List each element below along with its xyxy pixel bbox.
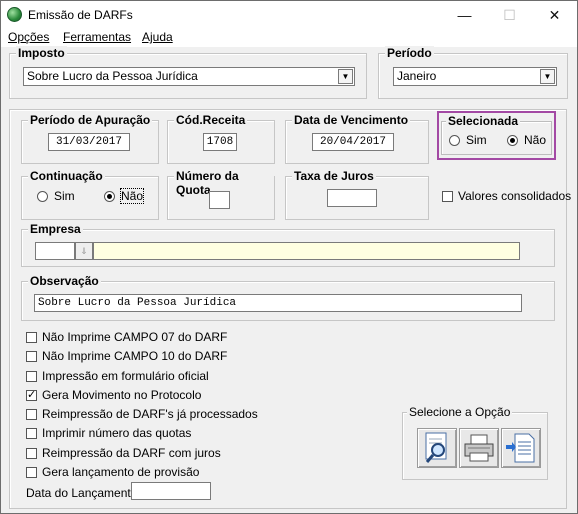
continuacao-sim-radio[interactable]: Sim: [37, 189, 75, 203]
option-reimpressao-darfs[interactable]: Reimpressão de DARF's já processados: [26, 407, 258, 421]
option-nao-imprime-campo-10[interactable]: Não Imprime CAMPO 10 do DARF: [26, 349, 227, 363]
option-reimpressao-darf-juros[interactable]: Reimpressão da DARF com juros: [26, 446, 221, 460]
checkbox-box: [26, 447, 37, 459]
continuacao-nao-radio[interactable]: Não: [104, 188, 145, 204]
selecionada-nao-label: Não: [524, 133, 547, 147]
main-panel: Imposto Sobre Lucro da Pessoa Jurídica ▼…: [1, 46, 577, 513]
chevron-down-icon[interactable]: ▼: [338, 69, 353, 84]
checkbox-box: [26, 331, 37, 343]
radio-dot-selected: [507, 134, 518, 146]
option-label: Reimpressão da DARF com juros: [42, 446, 221, 460]
juros-input[interactable]: [327, 189, 377, 207]
option-label: Não Imprime CAMPO 07 do DARF: [42, 330, 228, 344]
export-doc-icon: [506, 433, 535, 463]
imposto-label: Imposto: [16, 46, 67, 60]
menu-ajuda[interactable]: Ajuda: [142, 30, 173, 44]
checkbox-box: [442, 190, 453, 202]
observacao-input[interactable]: Sobre Lucro da Pessoa Jurídica: [34, 294, 522, 312]
receita-input[interactable]: 1708: [203, 133, 237, 151]
option-label: Não Imprime CAMPO 10 do DARF: [42, 349, 228, 363]
radio-dot-selected: [104, 190, 115, 202]
receita-label: Cód.Receita: [174, 113, 248, 127]
selecionada-label: Selecionada: [446, 114, 521, 128]
option-label: Reimpressão de DARF's já processados: [42, 407, 258, 421]
option-impressao-formulario-oficial[interactable]: Impressão em formulário oficial: [26, 369, 209, 383]
valores-consolidados-label: Valores consolidados: [458, 189, 572, 203]
chevron-down-icon[interactable]: ▼: [540, 69, 555, 84]
option-gera-movimento-protocolo[interactable]: ✓ Gera Movimento no Protocolo: [26, 388, 201, 402]
export-button[interactable]: [501, 428, 541, 468]
option-nao-imprime-campo-07[interactable]: Não Imprime CAMPO 07 do DARF: [26, 330, 227, 344]
data-lancamento-label: Data do Lançamento:: [26, 486, 141, 500]
vencimento-input[interactable]: 20/04/2017: [312, 133, 394, 151]
empresa-label: Empresa: [28, 222, 83, 236]
menu-bar: Opções Ferramentas Ajuda: [1, 29, 577, 47]
option-label: Gera Movimento no Protocolo: [42, 388, 202, 402]
empresa-code-input[interactable]: [35, 242, 75, 260]
checkbox-box: [26, 370, 37, 382]
valores-consolidados-checkbox[interactable]: Valores consolidados: [442, 189, 571, 203]
option-gera-lancamento-provisao[interactable]: Gera lançamento de provisão: [26, 465, 199, 479]
empresa-lookup-button[interactable]: ⇓: [75, 242, 93, 260]
empresa-name-input[interactable]: [93, 242, 520, 260]
option-label: Gera lançamento de provisão: [42, 465, 200, 479]
observacao-label: Observação: [28, 274, 101, 288]
maximize-button[interactable]: ☐: [487, 1, 532, 29]
print-button[interactable]: [459, 428, 499, 468]
window: Emissão de DARFs — ☐ ✕ Opções Ferramenta…: [0, 0, 578, 514]
selecionada-sim-radio[interactable]: Sim: [449, 133, 487, 147]
minimize-button[interactable]: —: [442, 1, 487, 29]
printer-icon: [464, 434, 494, 462]
radio-dot: [37, 190, 48, 202]
checkbox-box: [26, 427, 37, 439]
selecionada-sim-label: Sim: [466, 133, 487, 147]
checkbox-box: [26, 350, 37, 362]
continuacao-sim-label: Sim: [54, 189, 75, 203]
radio-dot: [449, 134, 460, 146]
action-buttons: [417, 428, 541, 470]
app-icon: [7, 7, 22, 22]
preview-button[interactable]: [417, 428, 457, 468]
periodo-value: Janeiro: [397, 69, 437, 83]
imposto-select[interactable]: Sobre Lucro da Pessoa Jurídica ▼: [23, 67, 355, 86]
option-label: Imprimir número das quotas: [42, 426, 192, 440]
menu-ferramentas[interactable]: Ferramentas: [63, 30, 131, 44]
juros-label: Taxa de Juros: [292, 169, 376, 183]
periodo-select[interactable]: Janeiro ▼: [393, 67, 557, 86]
data-lancamento-input[interactable]: [131, 482, 211, 500]
selecionada-nao-radio[interactable]: Não: [507, 133, 546, 147]
title-bar: Emissão de DARFs — ☐ ✕: [1, 1, 577, 29]
apuracao-input[interactable]: 31/03/2017: [48, 133, 130, 151]
arrow-down-icon: ⇓: [80, 246, 88, 256]
continuacao-nao-label: Não: [119, 188, 145, 204]
continuacao-label: Continuação: [28, 169, 105, 183]
option-label: Impressão em formulário oficial: [42, 369, 209, 383]
quota-input[interactable]: [209, 191, 230, 209]
checkmark-icon: ✓: [26, 388, 37, 401]
selecione-label: Selecione a Opção: [407, 405, 513, 419]
window-title: Emissão de DARFs: [28, 8, 133, 22]
apuracao-label: Período de Apuração: [28, 113, 153, 127]
menu-opcoes[interactable]: Opções: [8, 30, 49, 44]
periodo-label: Período: [385, 46, 434, 60]
option-imprimir-numero-quotas[interactable]: Imprimir número das quotas: [26, 426, 191, 440]
checkbox-box: [26, 466, 37, 478]
close-button[interactable]: ✕: [532, 1, 577, 29]
magnifier-doc-icon: [425, 432, 447, 463]
vencimento-label: Data de Vencimento: [292, 113, 411, 127]
checkbox-box: [26, 408, 37, 420]
imposto-value: Sobre Lucro da Pessoa Jurídica: [27, 69, 198, 83]
